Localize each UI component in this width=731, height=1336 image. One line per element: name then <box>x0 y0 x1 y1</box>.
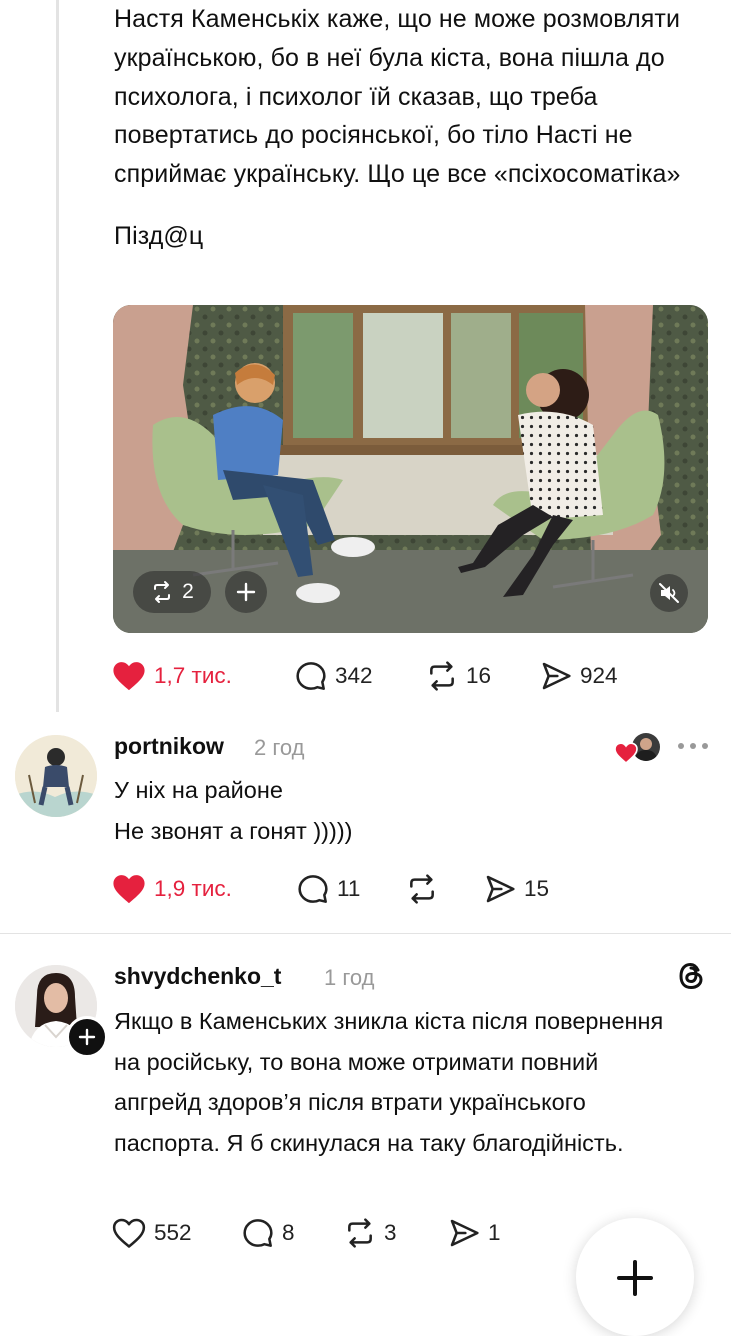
comment-icon <box>298 875 328 903</box>
share-icon <box>486 875 515 903</box>
post-video[interactable]: 2 <box>113 305 708 633</box>
video-repost-count: 2 <box>182 580 194 603</box>
time-portnikow: 2 год <box>254 735 305 760</box>
repost-button[interactable]: 16 <box>426 660 491 692</box>
plus-icon <box>617 1260 653 1296</box>
post-text: Настя Каменськіх каже, що не може розмов… <box>114 0 714 256</box>
plus-icon <box>236 582 256 602</box>
reply2-comment-count: 8 <box>282 1220 295 1245</box>
repost-icon <box>430 661 454 691</box>
heart-icon <box>112 1218 146 1248</box>
reply1-like-count: 1,9 тис. <box>154 876 232 901</box>
post-paragraph-1: Настя Каменськіх каже, що не може розмов… <box>114 5 681 189</box>
like-button[interactable]: 1,7 тис. <box>112 660 232 692</box>
reply1-line-2: Не звонят а гонят ))))) <box>114 817 353 844</box>
reply1-repost-button[interactable] <box>406 873 438 905</box>
reply2-paragraph: Якщо в Каменських зникла кіста після пов… <box>114 1008 664 1156</box>
video-add-button[interactable] <box>225 571 267 613</box>
reply2-actions: 552 8 3 1 <box>112 1217 572 1253</box>
video-repost-chip[interactable]: 2 <box>133 571 211 613</box>
more-icon <box>678 743 708 749</box>
reply2-share-button[interactable]: 1 <box>448 1217 501 1249</box>
reply1-text: У ніх на районе Не звонят а гонят ))))) <box>114 770 352 851</box>
new-thread-button[interactable] <box>576 1218 694 1336</box>
reply1-share-button[interactable]: 15 <box>484 873 549 905</box>
share-icon <box>450 1219 479 1247</box>
divider <box>0 933 731 934</box>
reply1-actions: 1,9 тис. 11 15 <box>112 873 712 909</box>
reply2-like-button[interactable]: 552 <box>112 1217 192 1249</box>
reply2-repost-button[interactable]: 3 <box>344 1217 397 1249</box>
reply1-share-count: 15 <box>524 876 550 901</box>
comment-icon <box>243 1219 273 1247</box>
reply1-like-button[interactable]: 1,9 тис. <box>112 873 232 905</box>
follow-button[interactable] <box>66 1016 108 1058</box>
threads-logo-button[interactable] <box>674 958 708 994</box>
reply2-share-count: 1 <box>488 1220 501 1245</box>
heart-icon <box>614 742 638 764</box>
thread-line <box>56 0 59 712</box>
username-portnikow[interactable]: portnikow <box>114 733 224 760</box>
repost-icon <box>154 581 171 603</box>
threads-logo-icon <box>679 962 703 990</box>
reply1-comment-button[interactable]: 11 <box>297 873 360 905</box>
reply2-like-count: 552 <box>154 1220 192 1245</box>
avatar-portnikow[interactable] <box>15 735 97 817</box>
share-icon <box>542 662 571 690</box>
plus-icon <box>78 1028 96 1046</box>
mute-button[interactable] <box>650 574 688 612</box>
reply2-text: Якщо в Каменських зникла кіста після пов… <box>114 1001 689 1163</box>
comment-button[interactable]: 342 <box>295 660 373 692</box>
like-count: 1,7 тис. <box>154 663 232 688</box>
post-actions: 1,7 тис. 342 16 924 <box>112 660 712 696</box>
username-shvydchenko[interactable]: shvydchenko_t <box>114 963 281 990</box>
reply1-line-1: У ніх на районе <box>114 777 283 803</box>
share-count: 924 <box>580 663 618 688</box>
mute-icon <box>659 583 679 603</box>
author-liked-badge <box>614 733 662 764</box>
repost-icon <box>410 874 434 904</box>
repost-count: 16 <box>466 663 492 688</box>
more-options-button[interactable] <box>676 736 710 756</box>
reply2-repost-count: 3 <box>384 1220 397 1245</box>
reply1-comment-count: 11 <box>337 876 361 901</box>
repost-icon <box>348 1218 372 1248</box>
comment-count: 342 <box>335 663 373 688</box>
time-shvydchenko: 1 год <box>324 965 375 990</box>
heart-icon <box>113 875 145 904</box>
post-paragraph-2: Пізд@ц <box>114 221 204 250</box>
share-button[interactable]: 924 <box>540 660 618 692</box>
comment-icon <box>296 662 326 690</box>
reply2-comment-button[interactable]: 8 <box>242 1217 295 1249</box>
heart-icon <box>113 662 145 691</box>
avatar-illustration <box>15 735 97 817</box>
